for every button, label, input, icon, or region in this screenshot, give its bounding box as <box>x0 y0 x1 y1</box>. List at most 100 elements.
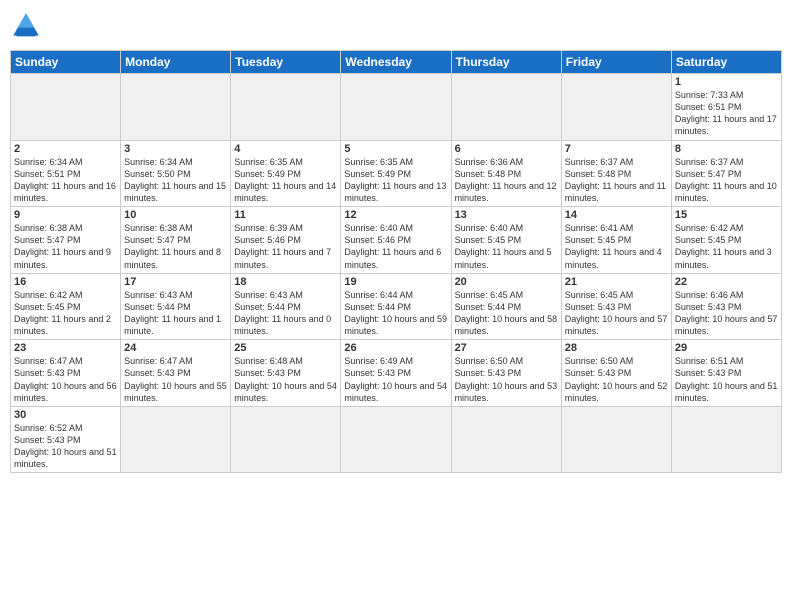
calendar-day-25: 25Sunrise: 6:48 AM Sunset: 5:43 PM Dayli… <box>231 340 341 407</box>
day-number: 20 <box>455 276 558 288</box>
day-info: Sunrise: 6:43 AM Sunset: 5:44 PM Dayligh… <box>124 289 227 338</box>
weekday-header-wednesday: Wednesday <box>341 51 451 74</box>
calendar-row-1: 1Sunrise: 7:33 AM Sunset: 6:51 PM Daylig… <box>11 74 782 141</box>
day-info: Sunrise: 6:38 AM Sunset: 5:47 PM Dayligh… <box>14 222 117 271</box>
day-number: 12 <box>344 209 447 221</box>
day-number: 30 <box>14 409 117 421</box>
day-info: Sunrise: 6:42 AM Sunset: 5:45 PM Dayligh… <box>14 289 117 338</box>
calendar-row-6: 30Sunrise: 6:52 AM Sunset: 5:43 PM Dayli… <box>11 406 782 473</box>
calendar-day-10: 10Sunrise: 6:38 AM Sunset: 5:47 PM Dayli… <box>121 207 231 274</box>
day-info: Sunrise: 6:51 AM Sunset: 5:43 PM Dayligh… <box>675 355 778 404</box>
day-number: 9 <box>14 209 117 221</box>
day-info: Sunrise: 6:43 AM Sunset: 5:44 PM Dayligh… <box>234 289 337 338</box>
day-info: Sunrise: 6:36 AM Sunset: 5:48 PM Dayligh… <box>455 156 558 205</box>
weekday-header-sunday: Sunday <box>11 51 121 74</box>
day-number: 21 <box>565 276 668 288</box>
calendar-day-5: 5Sunrise: 6:35 AM Sunset: 5:49 PM Daylig… <box>341 140 451 207</box>
header <box>10 10 782 42</box>
calendar-empty-cell <box>451 74 561 141</box>
day-info: Sunrise: 6:48 AM Sunset: 5:43 PM Dayligh… <box>234 355 337 404</box>
day-info: Sunrise: 6:40 AM Sunset: 5:46 PM Dayligh… <box>344 222 447 271</box>
logo-icon <box>10 10 42 42</box>
logo <box>10 10 46 42</box>
day-info: Sunrise: 7:33 AM Sunset: 6:51 PM Dayligh… <box>675 89 778 138</box>
day-info: Sunrise: 6:49 AM Sunset: 5:43 PM Dayligh… <box>344 355 447 404</box>
calendar-day-30: 30Sunrise: 6:52 AM Sunset: 5:43 PM Dayli… <box>11 406 121 473</box>
day-number: 3 <box>124 143 227 155</box>
calendar-day-26: 26Sunrise: 6:49 AM Sunset: 5:43 PM Dayli… <box>341 340 451 407</box>
calendar-day-15: 15Sunrise: 6:42 AM Sunset: 5:45 PM Dayli… <box>671 207 781 274</box>
calendar-day-6: 6Sunrise: 6:36 AM Sunset: 5:48 PM Daylig… <box>451 140 561 207</box>
day-number: 27 <box>455 342 558 354</box>
day-info: Sunrise: 6:34 AM Sunset: 5:51 PM Dayligh… <box>14 156 117 205</box>
calendar-empty-cell <box>561 74 671 141</box>
calendar-day-24: 24Sunrise: 6:47 AM Sunset: 5:43 PM Dayli… <box>121 340 231 407</box>
calendar-row-3: 9Sunrise: 6:38 AM Sunset: 5:47 PM Daylig… <box>11 207 782 274</box>
calendar-day-1: 1Sunrise: 7:33 AM Sunset: 6:51 PM Daylig… <box>671 74 781 141</box>
calendar-day-13: 13Sunrise: 6:40 AM Sunset: 5:45 PM Dayli… <box>451 207 561 274</box>
day-info: Sunrise: 6:40 AM Sunset: 5:45 PM Dayligh… <box>455 222 558 271</box>
day-number: 26 <box>344 342 447 354</box>
weekday-header-tuesday: Tuesday <box>231 51 341 74</box>
day-info: Sunrise: 6:46 AM Sunset: 5:43 PM Dayligh… <box>675 289 778 338</box>
day-info: Sunrise: 6:37 AM Sunset: 5:47 PM Dayligh… <box>675 156 778 205</box>
calendar-day-12: 12Sunrise: 6:40 AM Sunset: 5:46 PM Dayli… <box>341 207 451 274</box>
day-number: 22 <box>675 276 778 288</box>
calendar-day-8: 8Sunrise: 6:37 AM Sunset: 5:47 PM Daylig… <box>671 140 781 207</box>
calendar-day-4: 4Sunrise: 6:35 AM Sunset: 5:49 PM Daylig… <box>231 140 341 207</box>
calendar-day-14: 14Sunrise: 6:41 AM Sunset: 5:45 PM Dayli… <box>561 207 671 274</box>
calendar-empty-cell <box>231 74 341 141</box>
weekday-header-row: SundayMondayTuesdayWednesdayThursdayFrid… <box>11 51 782 74</box>
calendar-day-27: 27Sunrise: 6:50 AM Sunset: 5:43 PM Dayli… <box>451 340 561 407</box>
weekday-header-friday: Friday <box>561 51 671 74</box>
day-info: Sunrise: 6:52 AM Sunset: 5:43 PM Dayligh… <box>14 422 117 471</box>
day-number: 28 <box>565 342 668 354</box>
day-info: Sunrise: 6:35 AM Sunset: 5:49 PM Dayligh… <box>344 156 447 205</box>
day-number: 1 <box>675 76 778 88</box>
day-number: 29 <box>675 342 778 354</box>
day-number: 17 <box>124 276 227 288</box>
day-number: 5 <box>344 143 447 155</box>
calendar-day-3: 3Sunrise: 6:34 AM Sunset: 5:50 PM Daylig… <box>121 140 231 207</box>
day-number: 6 <box>455 143 558 155</box>
calendar-day-16: 16Sunrise: 6:42 AM Sunset: 5:45 PM Dayli… <box>11 273 121 340</box>
day-number: 19 <box>344 276 447 288</box>
calendar-day-28: 28Sunrise: 6:50 AM Sunset: 5:43 PM Dayli… <box>561 340 671 407</box>
day-info: Sunrise: 6:34 AM Sunset: 5:50 PM Dayligh… <box>124 156 227 205</box>
calendar-row-2: 2Sunrise: 6:34 AM Sunset: 5:51 PM Daylig… <box>11 140 782 207</box>
day-info: Sunrise: 6:50 AM Sunset: 5:43 PM Dayligh… <box>455 355 558 404</box>
day-info: Sunrise: 6:41 AM Sunset: 5:45 PM Dayligh… <box>565 222 668 271</box>
day-number: 24 <box>124 342 227 354</box>
calendar-row-5: 23Sunrise: 6:47 AM Sunset: 5:43 PM Dayli… <box>11 340 782 407</box>
day-number: 25 <box>234 342 337 354</box>
weekday-header-saturday: Saturday <box>671 51 781 74</box>
day-number: 16 <box>14 276 117 288</box>
calendar-empty-cell <box>11 74 121 141</box>
calendar-day-7: 7Sunrise: 6:37 AM Sunset: 5:48 PM Daylig… <box>561 140 671 207</box>
day-number: 14 <box>565 209 668 221</box>
calendar-day-19: 19Sunrise: 6:44 AM Sunset: 5:44 PM Dayli… <box>341 273 451 340</box>
calendar-empty-cell <box>451 406 561 473</box>
day-number: 4 <box>234 143 337 155</box>
day-number: 23 <box>14 342 117 354</box>
day-info: Sunrise: 6:35 AM Sunset: 5:49 PM Dayligh… <box>234 156 337 205</box>
calendar-day-11: 11Sunrise: 6:39 AM Sunset: 5:46 PM Dayli… <box>231 207 341 274</box>
day-number: 18 <box>234 276 337 288</box>
calendar-day-29: 29Sunrise: 6:51 AM Sunset: 5:43 PM Dayli… <box>671 340 781 407</box>
weekday-header-monday: Monday <box>121 51 231 74</box>
day-info: Sunrise: 6:39 AM Sunset: 5:46 PM Dayligh… <box>234 222 337 271</box>
day-number: 10 <box>124 209 227 221</box>
day-info: Sunrise: 6:44 AM Sunset: 5:44 PM Dayligh… <box>344 289 447 338</box>
calendar-day-18: 18Sunrise: 6:43 AM Sunset: 5:44 PM Dayli… <box>231 273 341 340</box>
calendar-day-20: 20Sunrise: 6:45 AM Sunset: 5:44 PM Dayli… <box>451 273 561 340</box>
day-info: Sunrise: 6:45 AM Sunset: 5:44 PM Dayligh… <box>455 289 558 338</box>
day-number: 11 <box>234 209 337 221</box>
weekday-header-thursday: Thursday <box>451 51 561 74</box>
day-info: Sunrise: 6:42 AM Sunset: 5:45 PM Dayligh… <box>675 222 778 271</box>
day-info: Sunrise: 6:45 AM Sunset: 5:43 PM Dayligh… <box>565 289 668 338</box>
calendar-empty-cell <box>231 406 341 473</box>
calendar-day-9: 9Sunrise: 6:38 AM Sunset: 5:47 PM Daylig… <box>11 207 121 274</box>
page: SundayMondayTuesdayWednesdayThursdayFrid… <box>0 0 792 612</box>
calendar-day-22: 22Sunrise: 6:46 AM Sunset: 5:43 PM Dayli… <box>671 273 781 340</box>
day-number: 15 <box>675 209 778 221</box>
